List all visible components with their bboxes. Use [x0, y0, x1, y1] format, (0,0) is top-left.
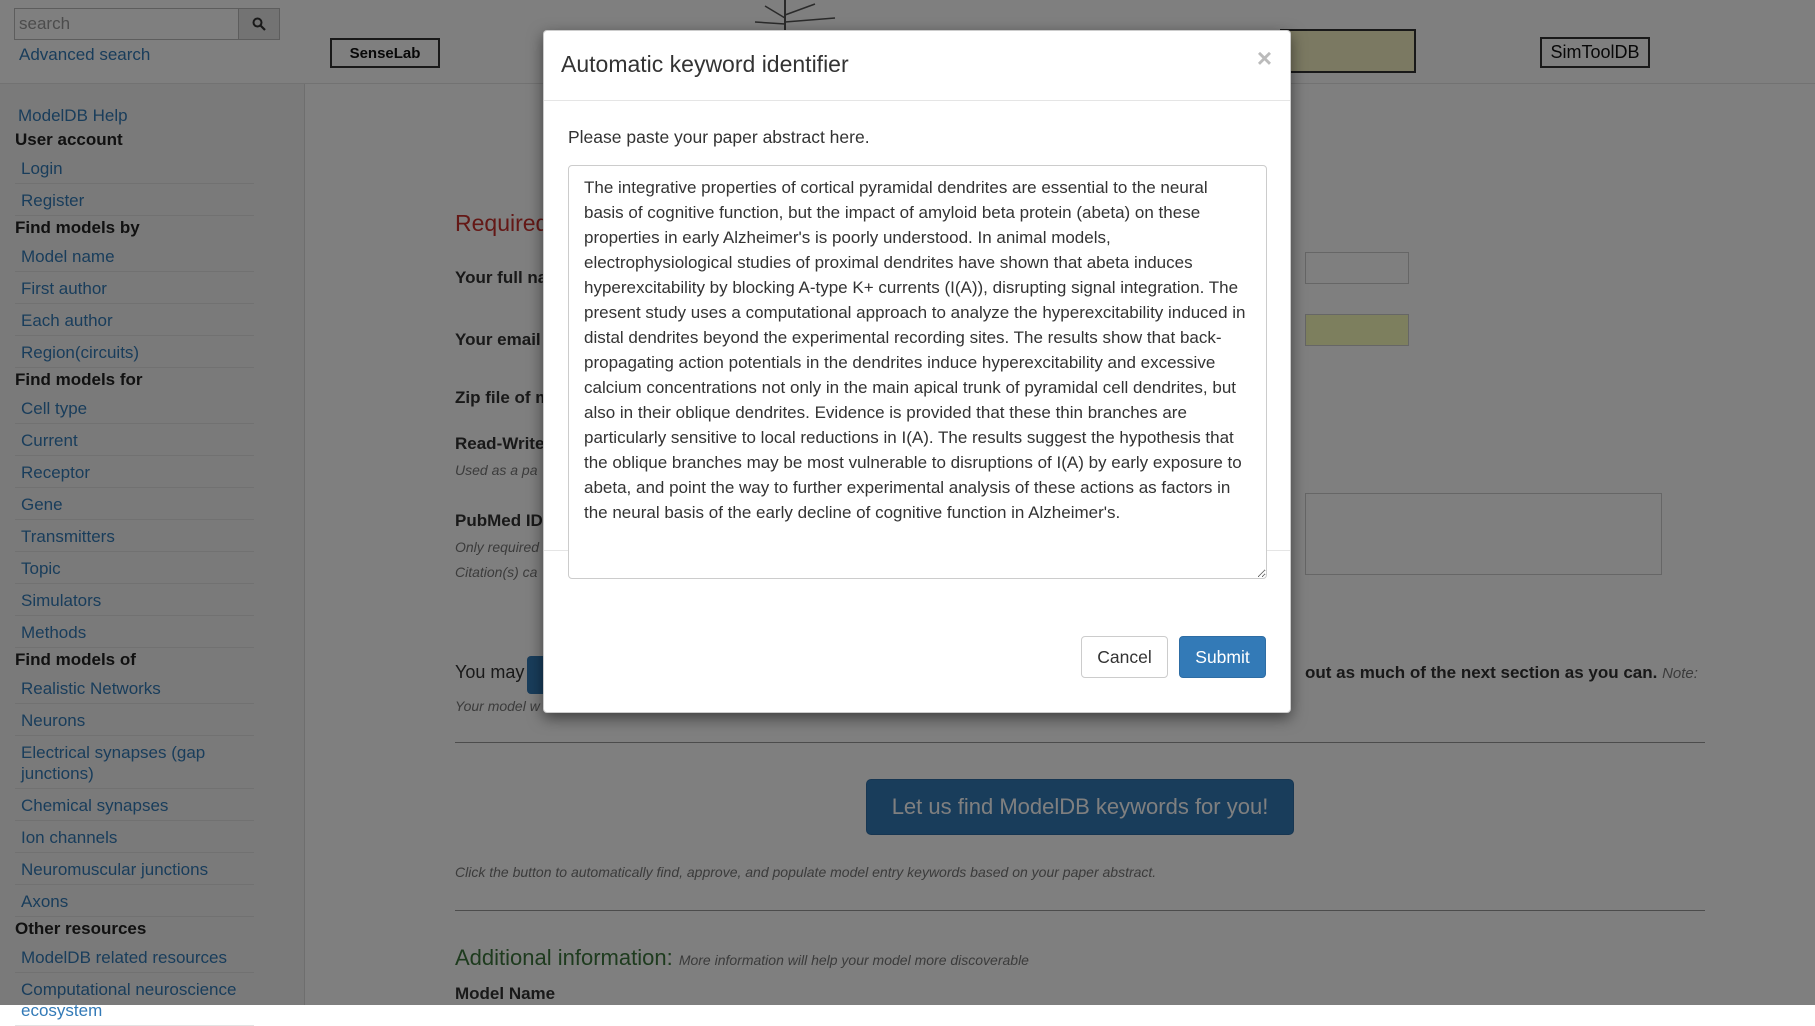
modal-title: Automatic keyword identifier: [561, 51, 849, 77]
modal-body: Please paste your paper abstract here. T…: [544, 101, 1290, 579]
close-icon[interactable]: ×: [1257, 45, 1272, 71]
modal-header: Automatic keyword identifier ×: [544, 31, 1290, 101]
modal-footer: Cancel Submit: [544, 620, 1290, 712]
submit-button[interactable]: Submit: [1179, 636, 1266, 678]
abstract-prompt-label: Please paste your paper abstract here.: [568, 127, 870, 147]
keyword-identifier-modal: Automatic keyword identifier × Please pa…: [543, 30, 1291, 713]
cancel-button[interactable]: Cancel: [1081, 636, 1168, 678]
abstract-textarea[interactable]: The integrative properties of cortical p…: [568, 165, 1267, 579]
